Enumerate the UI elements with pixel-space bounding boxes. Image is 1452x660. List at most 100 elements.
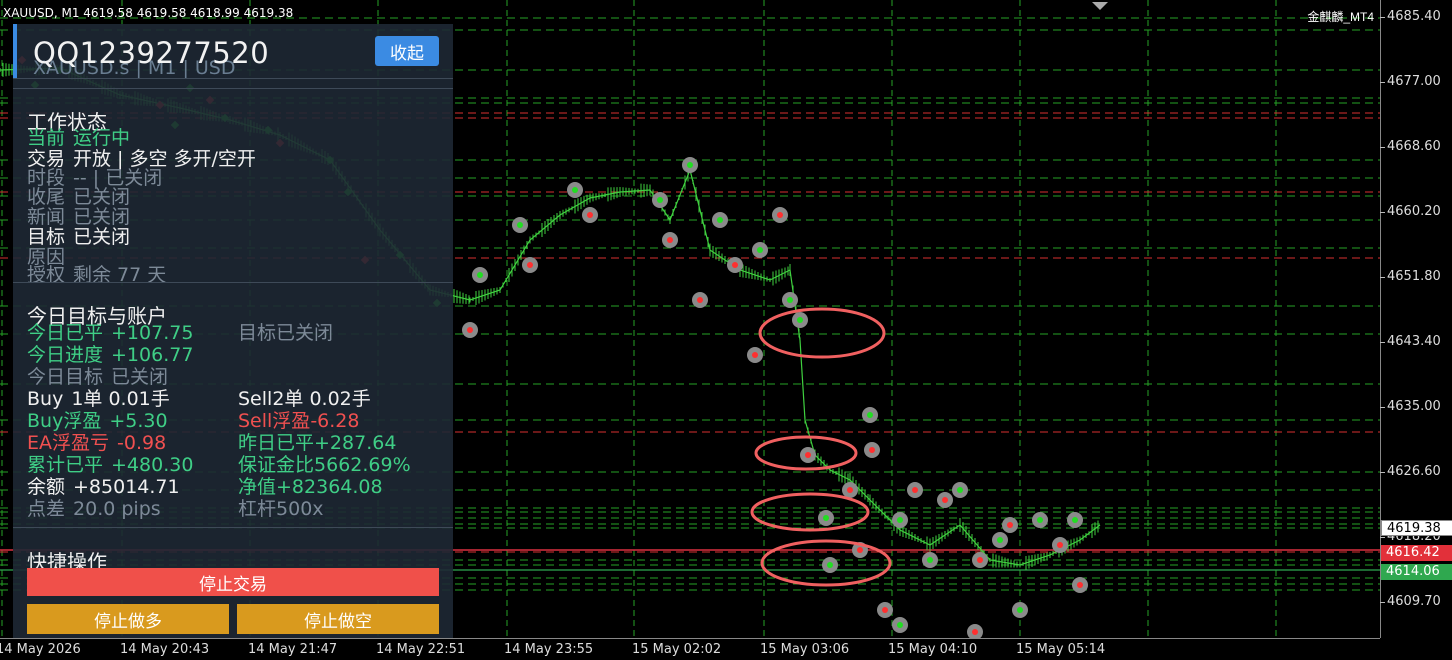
shift-marker-icon[interactable] (1092, 2, 1108, 10)
price-tag-current: 4619.38 (1381, 520, 1452, 536)
trade-marker-dot (657, 197, 663, 203)
trade-marker-dot (882, 607, 888, 613)
price-tick-label: 4609.70 (1380, 594, 1441, 609)
trade-marker-dot (797, 317, 803, 323)
today-closed-label: 今日已平 (27, 322, 104, 344)
trade-marker-dot (777, 212, 783, 218)
leverage-value: 500x (276, 498, 324, 520)
collapse-button[interactable]: 收起 (375, 36, 439, 66)
today-target-row: 目标已关闭 (238, 322, 333, 344)
trade-marker-dot (997, 537, 1003, 543)
today-progress-value: +106.77 (111, 344, 194, 366)
trade-marker-dot (823, 515, 829, 521)
trade-marker-dot (717, 217, 723, 223)
trade-marker-dot (1017, 607, 1023, 613)
buy-orders-label: Buy (27, 388, 64, 410)
time-tick-label: 14 May 20:43 (120, 642, 210, 657)
trade-marker-dot (957, 487, 963, 493)
trade-marker-dot (467, 327, 473, 333)
time-axis[interactable]: 14 May 2026 14 May 20:43 14 May 21:47 14 Ma… (0, 638, 1380, 660)
trade-marker-dot (972, 629, 978, 635)
equity-row: 净值+82364.08 (238, 476, 383, 498)
margin-ratio-label: 保证金比 (238, 454, 315, 476)
trade-marker-dot (1007, 522, 1013, 528)
today-progress-label: 今日进度 (27, 344, 104, 366)
trade-marker-dot (977, 557, 983, 563)
price-tag-green: 4614.06 (1381, 564, 1452, 580)
trade-marker-dot (827, 562, 833, 568)
account-number: QQ1239277520 (33, 36, 270, 70)
trade-marker-dot (805, 452, 811, 458)
balance-value: +85014.71 (73, 476, 180, 498)
buy-orders-value: 1单 0.01手 (71, 388, 170, 410)
trade-marker-dot (517, 222, 523, 228)
trade-marker-dot (897, 622, 903, 628)
price-tick-label: 4668.60 (1380, 139, 1441, 154)
spread-row: 点差 20.0 pips (27, 498, 161, 520)
chart-title-bar: XAUUSD, M1 4619.58 4619.58 4618.99 4619.… (3, 6, 294, 20)
annotation-ellipse (758, 307, 886, 359)
today-goal-row: 今日目标 已关闭 (27, 366, 168, 388)
ea-float-row: EA浮盈亏 -0.98 (27, 432, 166, 454)
trade-marker-dot (667, 237, 673, 243)
time-tick-label: 15 May 03:06 (760, 642, 850, 657)
divider (13, 88, 453, 89)
today-target-label: 目标 (238, 322, 277, 344)
trade-marker-dot (847, 487, 853, 493)
balance-label: 余额 (27, 476, 66, 498)
price-axis[interactable]: 4685.40 4677.00 4668.60 4660.20 4651.80 4643.… (1380, 0, 1452, 638)
divider (13, 282, 453, 283)
price-tick-label: 4677.00 (1380, 74, 1441, 89)
trade-marker-dot (942, 497, 948, 503)
brand-label: 金麒麟_MT4 (1307, 10, 1374, 24)
balance-row: 余额 +85014.71 (27, 476, 180, 498)
trade-marker-dot (787, 297, 793, 303)
status-close-label: 收尾 (27, 186, 66, 208)
today-goal-value: 已关闭 (111, 366, 169, 388)
trade-marker-dot (867, 412, 873, 418)
status-close-row: 收尾 已关闭 (27, 186, 130, 208)
price-tick-label: 4626.60 (1380, 464, 1441, 479)
stop-long-button[interactable]: 停止做多 (27, 604, 229, 634)
trade-marker-dot (1057, 542, 1063, 548)
spread-value: 20.0 pips (73, 498, 161, 520)
stop-trade-button[interactable]: 停止交易 (27, 568, 439, 596)
status-news-label: 新闻 (27, 206, 66, 228)
leverage-label: 杠杆 (238, 498, 277, 520)
ea-panel: XAUUSD.s | M1 | USD QQ1239277520 收起 工作状态… (13, 24, 453, 638)
leverage-row: 杠杆500x (238, 498, 324, 520)
sell-orders-value: 2单 0.02手 (272, 388, 371, 410)
price-tick-label: 4651.80 (1380, 269, 1441, 284)
sell-orders-row: Sell2单 0.02手 (238, 388, 371, 410)
price-tick-label: 4635.00 (1380, 399, 1441, 414)
sell-float-row: Sell浮盈-6.28 (238, 410, 359, 432)
trade-marker-dot (752, 352, 758, 358)
sell-float-value: -6.28 (310, 410, 360, 432)
price-tick-label: 4685.40 (1380, 9, 1441, 24)
trade-marker-dot (732, 262, 738, 268)
status-current-label: 当前 (27, 127, 66, 149)
status-news-value: 已关闭 (73, 206, 131, 228)
stop-short-button[interactable]: 停止做空 (237, 604, 439, 634)
buy-float-value: +5.30 (109, 410, 168, 432)
status-current-value: 运行中 (73, 127, 131, 149)
trade-marker-dot (1037, 517, 1043, 523)
equity-value: +82364.08 (276, 476, 383, 498)
trade-marker-dot (912, 487, 918, 493)
total-closed-value: +480.30 (111, 454, 194, 476)
divider (13, 527, 453, 528)
trade-marker-dot (697, 297, 703, 303)
time-tick-label: 15 May 04:10 (888, 642, 978, 657)
time-tick-label: 15 May 05:14 (1016, 642, 1106, 657)
today-goal-label: 今日目标 (27, 366, 104, 388)
status-target-row: 目标 已关闭 (27, 226, 130, 248)
today-progress-row: 今日进度 +106.77 (27, 344, 193, 366)
price-tag-red: 4616.42 (1381, 545, 1452, 561)
margin-ratio-row: 保证金比5662.69% (238, 454, 411, 476)
trade-marker-dot (687, 162, 693, 168)
yesterday-closed-value: +287.64 (314, 432, 397, 454)
buy-orders-row: Buy 1单 0.01手 (27, 388, 170, 410)
today-closed-row: 今日已平 +107.75 (27, 322, 193, 344)
yesterday-closed-row: 昨日已平+287.64 (238, 432, 396, 454)
trade-marker-dot (572, 187, 578, 193)
